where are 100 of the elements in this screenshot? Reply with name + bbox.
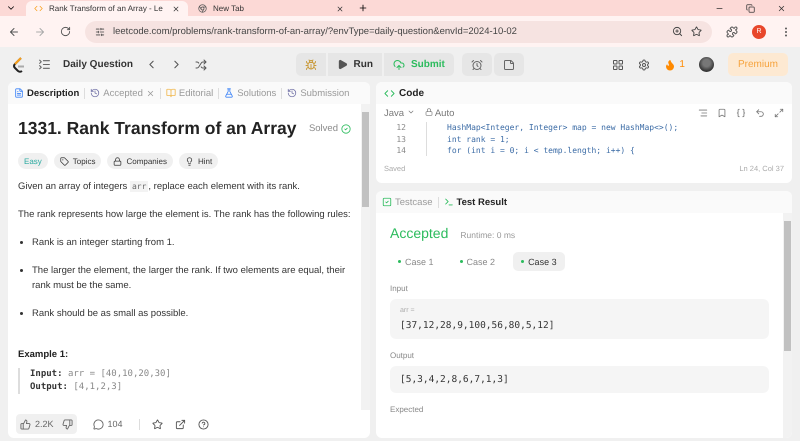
share-icon[interactable]: [174, 418, 186, 430]
lock-icon: [424, 108, 433, 116]
lightbulb-icon: [184, 156, 194, 166]
notes-button[interactable]: [494, 53, 524, 76]
code-line: for (int i = 0; i < temp.length; i++) {: [426, 145, 635, 156]
panel-title: Code: [399, 88, 424, 98]
verdict: Accepted: [390, 225, 448, 241]
status-dot: [398, 260, 401, 263]
thumbs-down-icon: [62, 418, 73, 430]
code-line: int rank = 1;: [426, 134, 510, 145]
layout-icon[interactable]: [612, 58, 624, 70]
bullet-icon: [20, 312, 23, 315]
settings-icon[interactable]: [638, 58, 650, 70]
browser-tab[interactable]: New Tab: [190, 1, 352, 16]
timer-button[interactable]: [462, 53, 492, 76]
browser-icon: [198, 4, 207, 13]
output-label: Output: [390, 351, 416, 360]
panel-tab[interactable]: Testcase: [382, 196, 432, 208]
zoom-icon[interactable]: [672, 26, 683, 37]
problem-list-title[interactable]: Daily Question: [63, 59, 134, 70]
problem-list-icon[interactable]: [38, 58, 51, 71]
logo-icon[interactable]: [12, 56, 26, 72]
history-icon: [287, 88, 298, 98]
scrollbar[interactable]: [783, 213, 792, 438]
bullet-icon: [20, 269, 23, 272]
difficulty-badge[interactable]: Easy: [18, 153, 48, 169]
braces-icon[interactable]: [736, 108, 746, 118]
code-line: HashMap<Integer, Integer> map = new HashMap<>();: [426, 122, 678, 134]
star-icon[interactable]: [691, 26, 702, 37]
reset-icon[interactable]: [755, 108, 765, 118]
new-tab-icon[interactable]: [358, 3, 368, 13]
help-icon[interactable]: [198, 418, 209, 430]
scrollbar[interactable]: [361, 104, 370, 410]
input-value: [37,12,28,9,100,56,80,5,12]: [400, 320, 556, 331]
solved-status: Solved: [308, 123, 351, 134]
bookmark-icon[interactable]: [717, 108, 727, 118]
comments-button[interactable]: 104: [88, 414, 127, 434]
panel-tab[interactable]: Editorial: [166, 88, 214, 98]
case-tab[interactable]: Case 1: [390, 252, 442, 271]
tag-chip[interactable]: Companies: [107, 153, 173, 169]
reload-icon[interactable]: [60, 26, 71, 37]
close-icon[interactable]: [336, 4, 344, 12]
back-icon[interactable]: [8, 26, 20, 38]
status-dot: [521, 260, 524, 263]
checkbox-icon: [382, 197, 392, 207]
format-icon[interactable]: [698, 108, 708, 118]
expand-icon[interactable]: [774, 108, 784, 118]
user-avatar[interactable]: [698, 57, 714, 72]
output-value: [5,3,4,2,8,6,7,1,3]: [400, 374, 510, 385]
bullet-icon: [20, 241, 23, 244]
code-icon: [384, 88, 395, 98]
site-settings-icon[interactable]: [95, 26, 105, 36]
address-bar[interactable]: leetcode.com/problems/rank-transform-of-an-array/?envType=daily-question&envId=2024-10-02: [85, 20, 712, 42]
book-icon: [166, 88, 176, 98]
restore-icon[interactable]: [746, 4, 755, 12]
shuffle-icon[interactable]: [195, 58, 208, 70]
auto-mode[interactable]: Auto: [424, 108, 454, 118]
runtime: Runtime: 0 ms: [460, 230, 516, 240]
document-icon: [14, 88, 24, 98]
problem-title: 1331. Rank Transform of an Array: [18, 118, 296, 139]
rule-item: The larger the element, the larger the rank. If two elements are equal, their rank must be the same.: [32, 264, 346, 293]
problem-statement: Given an array of integers arr , replace each element with its rank.: [18, 180, 301, 194]
run-button[interactable]: Run: [328, 53, 382, 76]
panel-tab[interactable]: Submission: [287, 88, 350, 98]
play-icon: [336, 59, 348, 70]
tag-icon: [60, 156, 69, 166]
case-tab[interactable]: Case 3: [513, 252, 565, 271]
thumbs-up-icon: [20, 418, 31, 430]
check-circle-icon: [341, 124, 351, 134]
panel-tab[interactable]: Accepted: [90, 88, 155, 98]
panel-tab[interactable]: Solutions: [224, 88, 276, 98]
tag-chip[interactable]: Topics: [54, 153, 102, 169]
example-line: Output: [4,1,2,3]: [30, 381, 124, 394]
favorite-icon[interactable]: [152, 418, 163, 430]
line-number: 13: [395, 134, 407, 145]
problem-paragraph: The rank represents how large the element is. The rank has the following rules:: [18, 208, 351, 222]
rule-item: Rank is an integer starting from 1.: [32, 236, 175, 250]
note-icon: [502, 58, 515, 70]
cloud-upload-icon: [393, 58, 405, 70]
tab-title: New Tab: [213, 4, 245, 13]
rule-item: Rank should be as small as possible.: [32, 307, 188, 321]
close-icon[interactable]: [172, 4, 180, 12]
close-icon[interactable]: [777, 4, 786, 12]
bug-icon: [304, 58, 317, 70]
lock-icon: [113, 156, 122, 166]
panel-tab[interactable]: Test Result: [444, 196, 508, 208]
tab-title: Rank Transform of an Array - Le: [49, 4, 164, 13]
alarm-clock-icon: [470, 58, 483, 70]
panel-tab[interactable]: Description: [14, 88, 80, 98]
tag-chip[interactable]: Hint: [178, 153, 218, 169]
case-tab[interactable]: Case 2: [452, 252, 504, 271]
status-dot: [460, 260, 463, 263]
flask-icon: [224, 88, 234, 98]
line-number: 12: [395, 122, 407, 134]
language-select[interactable]: Java: [384, 108, 415, 118]
browser-tab[interactable]: Rank Transform of an Array - Le: [26, 1, 188, 16]
comment-icon: [92, 418, 104, 430]
history-icon: [90, 88, 100, 98]
site-icon: [34, 4, 43, 13]
extensions-icon[interactable]: [726, 26, 738, 38]
